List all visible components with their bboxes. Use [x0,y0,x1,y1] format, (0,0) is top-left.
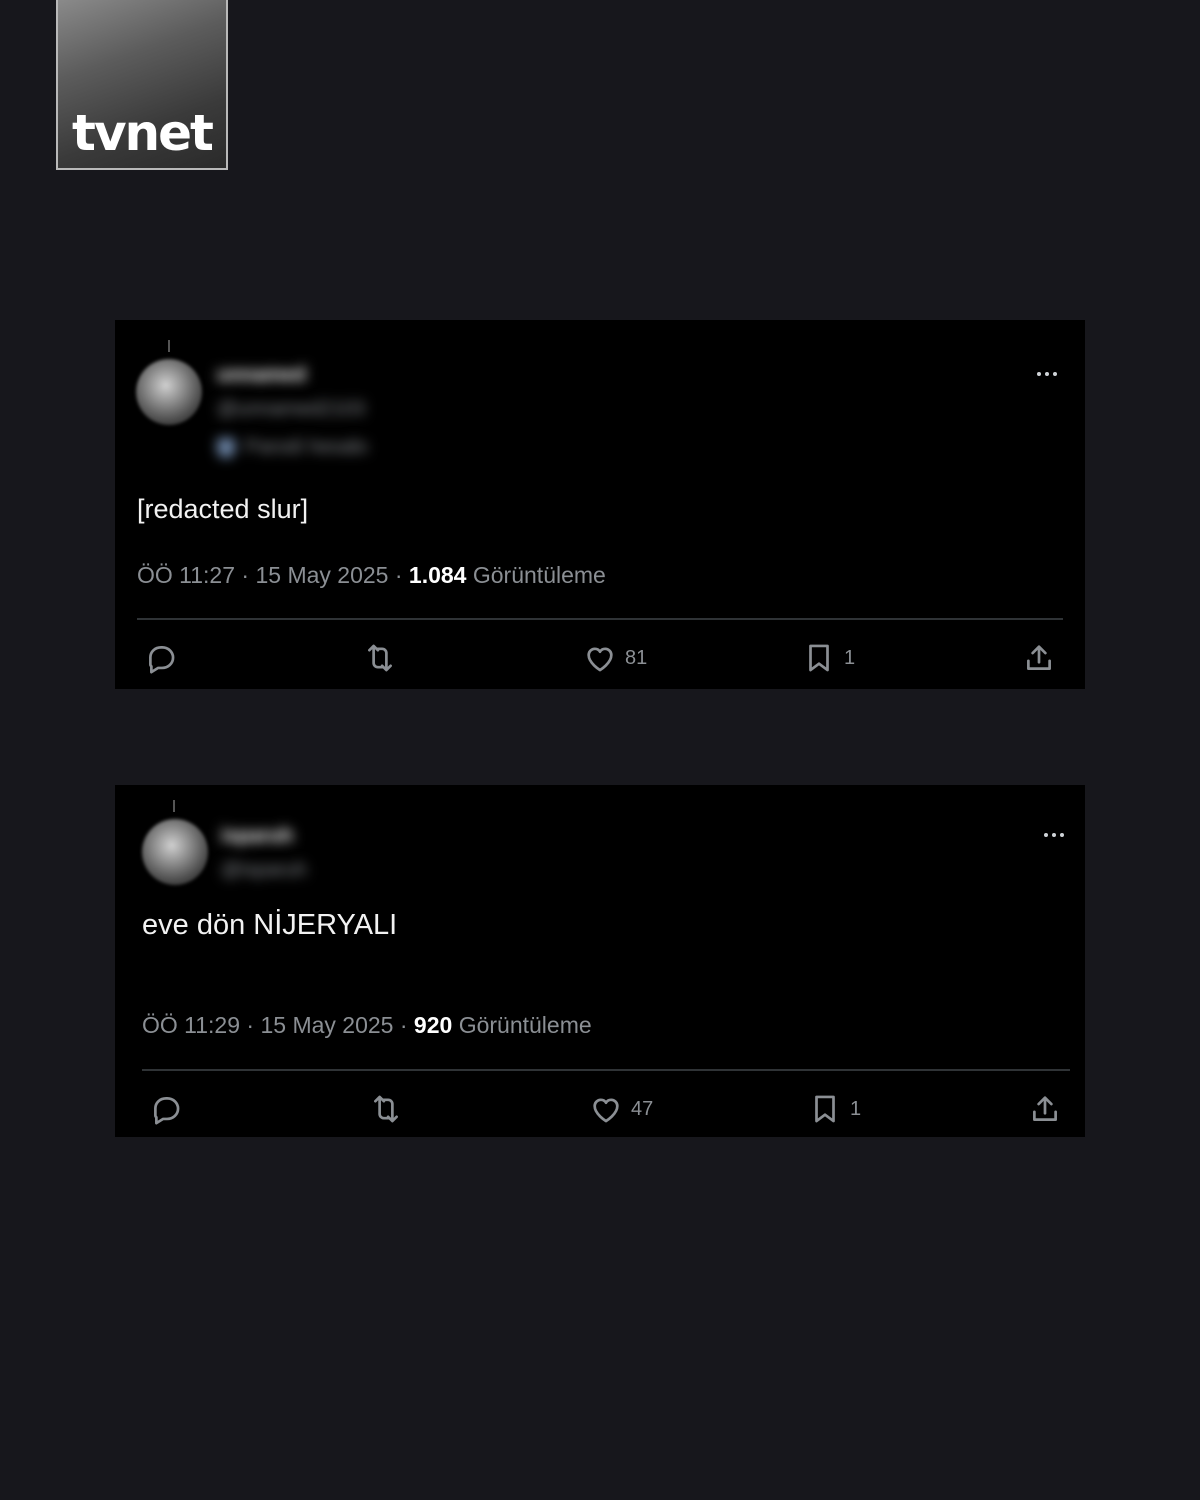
bookmark-icon [815,1095,835,1123]
view-count: 920 [413,1012,453,1038]
views-label: Görüntüleme [472,562,606,588]
share-button[interactable] [1028,1092,1062,1126]
tweet-time[interactable]: ÖÖ 11:27 [137,562,235,588]
parody-icon [217,437,235,458]
like-count: 81 [625,646,648,669]
retweet-button[interactable] [369,1092,403,1126]
more-icon[interactable] [1044,833,1064,837]
handle[interactable]: @unnamed2103 [217,398,365,421]
logo-text: tvnet [72,104,214,162]
like-button[interactable]: 47 [589,1092,653,1126]
tweet-meta: ÖÖ 11:27 · 15 May 2025 · 1.084 Görüntüle… [137,562,606,588]
thread-line [168,340,170,352]
tweet-text: [redacted slur] [137,494,309,524]
bookmark-count: 1 [844,646,856,669]
share-button[interactable] [1022,641,1056,675]
thread-line [173,800,175,812]
like-icon [593,1098,619,1123]
bookmark-button[interactable]: 1 [802,641,855,675]
tweet-date[interactable]: 15 May 2025 [255,562,388,588]
action-bar: 81 1 [115,641,1085,681]
tweet-meta: ÖÖ 11:29 · 15 May 2025 · 920 Görüntüleme [142,1012,592,1038]
handle[interactable]: @isparuh [221,859,307,882]
share-icon [1033,1096,1057,1121]
like-icon [587,647,613,672]
reply-button[interactable] [149,1092,183,1126]
account-label: Parodi hesabı [217,436,368,459]
view-count: 1.084 [408,562,467,588]
views-label: Görüntüleme [458,1012,592,1038]
tweet-card: isparuh @isparuh eve dön NİJERYALI ÖÖ 11… [115,785,1085,1137]
avatar[interactable] [136,359,202,425]
bookmark-count: 1 [850,1097,862,1120]
like-count: 47 [631,1097,654,1120]
tweet-text: eve dön NİJERYALI [142,909,398,941]
retweet-icon [374,1095,398,1123]
tweet-card: unnamed @unnamed2103 Parodi hesabı [reda… [115,320,1085,689]
display-name[interactable]: unnamed [217,364,306,387]
divider [142,1069,1070,1071]
reply-icon [149,646,175,674]
bookmark-icon [809,644,829,672]
tweet-date[interactable]: 15 May 2025 [260,1012,393,1038]
tvnet-logo: tvnet [56,0,228,170]
retweet-icon [368,644,392,672]
reply-icon [154,1097,180,1125]
more-icon[interactable] [1037,372,1057,376]
like-button[interactable]: 81 [583,641,647,675]
retweet-button[interactable] [363,641,397,675]
account-label-text: Parodi hesabı [245,436,369,458]
share-icon [1027,645,1051,670]
divider [137,618,1063,620]
reply-button[interactable] [144,641,178,675]
avatar[interactable] [142,819,208,885]
tweet-time[interactable]: ÖÖ 11:29 [142,1012,240,1038]
bookmark-button[interactable]: 1 [808,1092,861,1126]
action-bar: 47 1 [115,1092,1085,1132]
display-name[interactable]: isparuh [221,825,293,848]
